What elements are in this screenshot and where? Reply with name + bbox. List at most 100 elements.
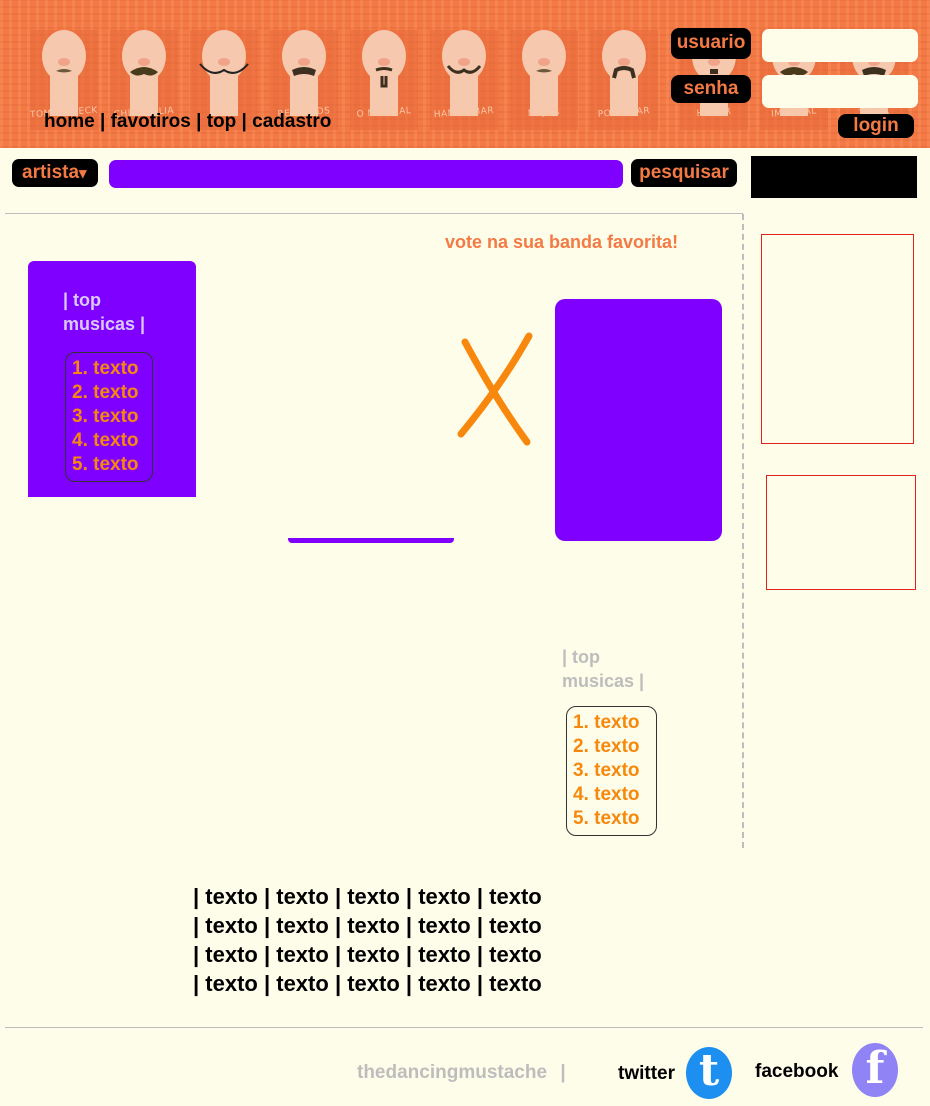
brand-name: thedancingmustache xyxy=(357,1062,548,1083)
footer-separator: | xyxy=(334,913,348,938)
top-list-left: 1. texto 2. texto 3. texto 4. texto 5. texto xyxy=(65,352,153,482)
footer-link[interactable]: texto xyxy=(489,913,542,938)
footer-separator: | xyxy=(476,913,490,938)
footer-separator: | xyxy=(193,913,206,938)
band-card-center-edge xyxy=(288,538,454,543)
main-nav: home | favotiros | top | cadastro xyxy=(44,111,331,133)
top-list-right: 1. texto 2. texto 3. texto 4. texto 5. texto xyxy=(566,706,657,836)
top-list-item[interactable]: 5. texto xyxy=(72,453,152,477)
footer-link[interactable]: texto xyxy=(418,971,477,996)
top-list-item[interactable]: 2. texto xyxy=(72,381,152,405)
footer-link[interactable]: texto xyxy=(418,913,477,938)
versus-x-icon xyxy=(457,332,533,446)
search-button[interactable]: pesquisar xyxy=(631,159,737,187)
top-list-item[interactable]: 5. texto xyxy=(573,807,656,831)
footer-link-row: | texto | texto | texto | texto | texto xyxy=(193,911,542,940)
nav-top-link[interactable]: top xyxy=(207,111,237,132)
nav-cadastro-link[interactable]: cadastro xyxy=(252,111,331,132)
nav-separator: | xyxy=(241,111,247,132)
footer-link[interactable]: texto xyxy=(276,884,335,909)
footer-separator: | xyxy=(334,971,348,996)
footer-separator: | xyxy=(476,884,490,909)
top-musicas-title-left: | top musicas | xyxy=(63,288,145,336)
nav-separator: | xyxy=(196,111,202,132)
footer-link[interactable]: texto xyxy=(418,942,477,967)
footer-separator: | xyxy=(476,971,490,996)
brand-footer: thedancingmustache | xyxy=(357,1062,566,1084)
twitter-label[interactable]: twitter xyxy=(618,1063,675,1085)
mustache-face-icon: HANDLEBAR xyxy=(428,20,500,132)
top-list-item[interactable]: 1. texto xyxy=(573,711,656,735)
footer-links: | texto | texto | texto | texto | texto … xyxy=(193,882,542,998)
footer-link[interactable]: texto xyxy=(276,942,335,967)
facebook-icon[interactable]: f xyxy=(852,1043,898,1097)
category-label: artista xyxy=(22,162,80,183)
footer-link[interactable]: texto xyxy=(205,884,264,909)
footer-link[interactable]: texto xyxy=(347,913,406,938)
nav-separator: | xyxy=(99,111,106,132)
title-line: | top xyxy=(63,290,102,310)
footer-link[interactable]: texto xyxy=(276,971,335,996)
title-line: musicas | xyxy=(63,314,146,334)
top-list-item[interactable]: 2. texto xyxy=(573,735,656,759)
footer-separator: | xyxy=(405,913,419,938)
footer-separator: | xyxy=(334,884,348,909)
ad-banner-top xyxy=(751,156,917,198)
mustache-face-icon: MAJOR xyxy=(508,20,580,132)
usuario-label: usuario xyxy=(671,28,751,59)
footer-separator: | xyxy=(193,942,206,967)
footer-separator: | xyxy=(476,942,490,967)
top-list-item[interactable]: 1. texto xyxy=(72,357,152,381)
top-list-item[interactable]: 3. texto xyxy=(573,759,656,783)
senha-input[interactable] xyxy=(762,75,918,108)
footer-link[interactable]: texto xyxy=(205,913,264,938)
footer-separator: | xyxy=(193,884,206,909)
footer-link[interactable]: texto xyxy=(418,884,477,909)
senha-label: senha xyxy=(671,75,751,103)
category-dropdown[interactable]: artista▾ xyxy=(12,159,98,187)
footer-link-row: | texto | texto | texto | texto | texto xyxy=(193,969,542,998)
footer-separator: | xyxy=(405,884,419,909)
footer-link[interactable]: texto xyxy=(347,971,406,996)
header-banner: TOM SELLECK CHINCAGLIA DALI REYNOLDS O MICHE… xyxy=(0,0,930,148)
nav-favoritos-link[interactable]: favotiros xyxy=(111,111,191,132)
footer-separator: | xyxy=(263,971,277,996)
usuario-input[interactable] xyxy=(762,29,918,62)
footer-link-row: | texto | texto | texto | texto | texto xyxy=(193,940,542,969)
facebook-label[interactable]: facebook xyxy=(755,1061,838,1083)
divider-bottom xyxy=(5,1027,923,1028)
footer-separator: | xyxy=(405,971,419,996)
footer-separator: | xyxy=(193,971,206,996)
footer-link[interactable]: texto xyxy=(276,913,335,938)
brand-separator: | xyxy=(560,1062,566,1083)
footer-separator: | xyxy=(263,942,277,967)
top-list-item[interactable]: 4. texto xyxy=(573,783,656,807)
footer-link-row: | texto | texto | texto | texto | texto xyxy=(193,882,542,911)
footer-link[interactable]: texto xyxy=(489,884,542,909)
band-card-right[interactable] xyxy=(555,299,722,541)
footer-link[interactable]: texto xyxy=(347,942,406,967)
footer-separator: | xyxy=(263,884,277,909)
nav-home-link[interactable]: home xyxy=(44,111,95,132)
vote-heading: vote na sua banda favorita! xyxy=(445,232,679,252)
footer-link[interactable]: texto xyxy=(205,942,264,967)
mustache-face-icon: PORNSTAR xyxy=(588,20,660,132)
login-button[interactable]: login xyxy=(838,114,914,138)
title-line: | top xyxy=(562,647,601,667)
footer-link[interactable]: texto xyxy=(347,884,406,909)
footer-link[interactable]: texto xyxy=(489,942,542,967)
top-list-item[interactable]: 3. texto xyxy=(72,405,152,429)
footer-link[interactable]: texto xyxy=(489,971,542,996)
chevron-down-icon: ▾ xyxy=(79,165,87,182)
ad-box-2 xyxy=(766,475,916,590)
mustache-face-icon: O MICHEAL xyxy=(348,20,420,132)
top-list-item[interactable]: 4. texto xyxy=(72,429,152,453)
divider-top xyxy=(5,213,743,214)
twitter-icon[interactable]: t xyxy=(686,1047,732,1099)
search-input[interactable] xyxy=(109,160,623,188)
ad-box-1 xyxy=(761,234,914,444)
title-line: musicas | xyxy=(562,671,645,691)
footer-link[interactable]: texto xyxy=(205,971,264,996)
divider-vertical xyxy=(742,214,744,848)
footer-separator: | xyxy=(334,942,348,967)
